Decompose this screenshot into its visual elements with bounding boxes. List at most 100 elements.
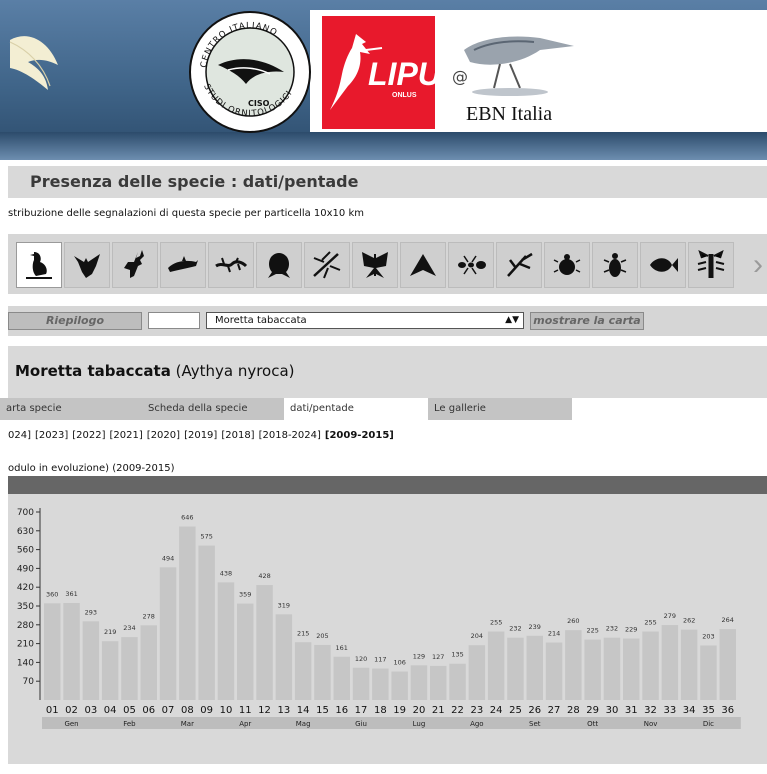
frog-icon: [268, 253, 290, 278]
month-label: Apr: [239, 720, 251, 728]
bar-value-label: 117: [374, 656, 386, 664]
month-label: Lug: [413, 720, 426, 728]
tab-scheda-specie[interactable]: Scheda della specie: [142, 398, 284, 420]
y-tick-label: 280: [17, 621, 34, 631]
svg-text:@: @: [452, 67, 468, 86]
taxon-button-hymenoptera[interactable]: [448, 242, 494, 288]
filter-input[interactable]: [148, 312, 200, 329]
x-tick-label: 08: [181, 705, 194, 716]
year-link[interactable]: 024]: [8, 430, 31, 441]
month-label: Mag: [296, 720, 311, 728]
x-tick-label: 03: [84, 705, 97, 716]
bat-icon: [74, 254, 100, 278]
y-tick-label: 350: [17, 602, 34, 612]
bar: [391, 671, 408, 700]
taxon-button-coleoptera-b[interactable]: [592, 242, 638, 288]
bar-value-label: 219: [104, 628, 116, 636]
month-label: Feb: [123, 720, 136, 728]
module-note: odulo in evoluzione) (2009-2015): [8, 463, 175, 474]
taxon-button-orthoptera[interactable]: [496, 242, 542, 288]
month-label: Giu: [355, 720, 367, 728]
taxon-button-bats[interactable]: [64, 242, 110, 288]
taxon-button-birds[interactable]: [16, 242, 62, 288]
bar: [217, 582, 235, 700]
bar: [44, 603, 61, 700]
taxon-button-cetaceans[interactable]: [160, 242, 206, 288]
bar-value-label: 161: [336, 644, 348, 652]
bar: [526, 635, 543, 700]
tab-dati-pentade[interactable]: dati/pentade: [284, 398, 428, 420]
x-tick-label: 09: [200, 705, 213, 716]
x-tick-label: 19: [393, 705, 406, 716]
y-tick-label: 140: [17, 658, 34, 668]
bar: [603, 637, 621, 700]
bar: [352, 667, 370, 700]
bar-value-label: 293: [85, 608, 97, 616]
bar: [256, 585, 273, 700]
taxon-button-butterflies[interactable]: [352, 242, 398, 288]
x-tick-label: 10: [220, 705, 233, 716]
moth-icon: [410, 254, 436, 276]
bar: [642, 631, 659, 700]
page-subtitle: stribuzione delle segnalazioni di questa…: [8, 208, 364, 219]
month-label: Set: [529, 720, 541, 728]
riepilogo-button[interactable]: Riepilogo: [8, 312, 142, 330]
ebn-text: EBN Italia: [466, 103, 553, 125]
bar: [584, 639, 601, 700]
x-tick-label: 36: [721, 705, 734, 716]
species-latin-name: (Aythya nyroca): [175, 362, 295, 380]
bar: [237, 603, 254, 700]
x-tick-label: 17: [355, 705, 368, 716]
fish-icon: [650, 258, 678, 272]
taxon-button-crustaceans[interactable]: [688, 242, 734, 288]
year-link[interactable]: [2019]: [184, 430, 217, 441]
butterfly-icon: [362, 252, 388, 278]
species-heading-bar: Moretta tabaccata (Aythya nyroca): [8, 346, 767, 398]
year-link[interactable]: [2022]: [72, 430, 105, 441]
year-link[interactable]: [2021]: [110, 430, 143, 441]
taxon-button-fish[interactable]: [640, 242, 686, 288]
banner-shadow: [0, 132, 767, 160]
taxon-button-amphibians[interactable]: [256, 242, 302, 288]
x-tick-label: 28: [567, 705, 580, 716]
year-link[interactable]: [2020]: [147, 430, 180, 441]
bar-value-label: 127: [432, 653, 444, 661]
x-tick-label: 16: [335, 705, 348, 716]
year-link[interactable]: [2023]: [35, 430, 68, 441]
controls-bar: Riepilogo Moretta tabaccata ▲▼ mostrare …: [8, 306, 767, 336]
show-map-button[interactable]: mostrare la carta: [530, 312, 644, 330]
taxon-button-coleoptera-a[interactable]: [544, 242, 590, 288]
bar-value-label: 359: [239, 591, 251, 599]
x-tick-label: 34: [683, 705, 696, 716]
bar-value-label: 232: [509, 625, 521, 633]
mantis-icon: [507, 252, 533, 277]
bar-value-label: 215: [297, 629, 309, 637]
icon-bar-next-button[interactable]: ›: [753, 248, 763, 282]
taxon-button-moths[interactable]: [400, 242, 446, 288]
month-band: [42, 717, 741, 729]
bar-value-label: 106: [393, 659, 405, 667]
ciso-logo: CENTRO ITALIANO STUDI ORNITOLOGICI CISO: [189, 11, 311, 133]
taxon-button-odonata[interactable]: [304, 242, 350, 288]
beetle-icon: [603, 253, 627, 277]
bar-value-label: 204: [471, 632, 483, 640]
x-tick-label: 12: [258, 705, 271, 716]
x-tick-label: 23: [470, 705, 483, 716]
taxon-button-reptiles[interactable]: [208, 242, 254, 288]
bar-value-label: 135: [451, 651, 463, 659]
bar-value-label: 260: [567, 617, 579, 625]
species-select[interactable]: Moretta tabaccata ▲▼: [206, 312, 524, 329]
taxon-button-mammals[interactable]: [112, 242, 158, 288]
lizard-icon: [215, 257, 248, 273]
select-arrows-icon: ▲▼: [505, 315, 519, 325]
year-link[interactable]: [2018]: [221, 430, 254, 441]
bar-value-label: 262: [683, 617, 695, 625]
page-title: Presenza delle specie : dati/pentade: [30, 172, 359, 191]
bar: [468, 645, 486, 700]
bar-value-label: 203: [702, 632, 714, 640]
y-tick-label: 700: [17, 508, 34, 518]
y-tick-label: 70: [23, 677, 35, 687]
tab-carta-specie[interactable]: arta specie: [0, 398, 142, 420]
year-link[interactable]: [2018-2024]: [259, 430, 321, 441]
tab-gallerie[interactable]: Le gallerie: [428, 398, 572, 420]
